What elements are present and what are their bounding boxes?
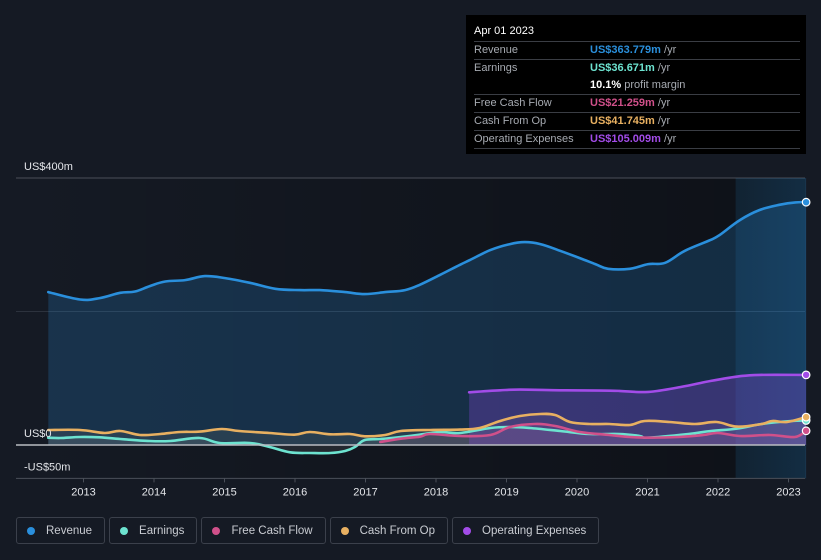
x-tick-label: 2014 bbox=[142, 486, 166, 498]
x-tick-label: 2021 bbox=[635, 486, 659, 498]
tooltip-unit: /yr bbox=[657, 97, 671, 109]
tooltip-label: Earnings bbox=[474, 62, 518, 74]
legend-label: Free Cash Flow bbox=[231, 524, 313, 537]
tooltip-unit: /yr bbox=[664, 133, 677, 145]
x-tick-label: 2016 bbox=[283, 486, 307, 498]
operating-expenses-dot-icon bbox=[463, 526, 472, 535]
tooltip-unit: /yr bbox=[657, 115, 671, 127]
legend-item-operating-expenses[interactable]: Operating Expenses bbox=[452, 517, 600, 544]
tooltip-value: US$21.259m bbox=[590, 97, 655, 109]
tooltip-row-operating-expenses: Operating Expenses US$105.009m /yr bbox=[474, 130, 800, 149]
tooltip-label: Free Cash Flow bbox=[474, 97, 552, 109]
tooltip-label: Operating Expenses bbox=[474, 133, 574, 145]
free-cash-flow-end-marker bbox=[801, 426, 811, 436]
tooltip-value: US$36.671m bbox=[590, 62, 655, 74]
x-tick-label: 2019 bbox=[494, 486, 518, 498]
legend-label: Revenue bbox=[46, 524, 93, 537]
tooltip-row-cash-from-op: Cash From Op US$41.745m /yr bbox=[474, 112, 800, 130]
tooltip-value: US$363.779m bbox=[590, 44, 661, 56]
data-tooltip: Apr 01 2023 Revenue US$363.779m /yr Earn… bbox=[466, 15, 806, 154]
legend-item-cash-from-op[interactable]: Cash From Op bbox=[329, 517, 449, 544]
tooltip-value: US$41.745m bbox=[590, 115, 655, 127]
x-tick-label: 2018 bbox=[424, 486, 448, 498]
tooltip-unit: /yr bbox=[657, 62, 671, 74]
revenue-dot-icon bbox=[27, 526, 35, 535]
y-tick-label: US$0 bbox=[24, 428, 52, 440]
tooltip-row-revenue: Revenue US$363.779m /yr bbox=[474, 41, 800, 59]
tooltip-label: Cash From Op bbox=[474, 115, 547, 127]
legend-label: Earnings bbox=[139, 524, 185, 537]
tooltip-unit: /yr bbox=[664, 44, 677, 56]
legend-label: Cash From Op bbox=[359, 524, 436, 537]
earnings-dot-icon bbox=[120, 526, 129, 535]
tooltip-label: Revenue bbox=[474, 44, 519, 56]
revenue-end-marker bbox=[801, 197, 811, 207]
x-tick-label: 2013 bbox=[71, 486, 95, 498]
cash-from-op-end-marker bbox=[801, 412, 811, 422]
tooltip-value: US$105.009m bbox=[590, 133, 661, 145]
tooltip-row-earnings: Earnings US$36.671m /yr bbox=[474, 59, 800, 77]
y-tick-label: US$400m bbox=[24, 161, 73, 173]
legend-label: Operating Expenses bbox=[482, 524, 587, 537]
legend-item-revenue[interactable]: Revenue bbox=[16, 517, 106, 544]
tooltip-row-profit-margin: 10.1% profit margin bbox=[474, 77, 800, 94]
x-tick-label: 2020 bbox=[565, 486, 589, 498]
x-tick-label: 2022 bbox=[706, 486, 730, 498]
x-tick-label: 2023 bbox=[776, 486, 800, 498]
tooltip-value: 10.1% bbox=[590, 79, 622, 91]
operating-expenses-end-marker bbox=[801, 370, 811, 380]
x-tick-label: 2015 bbox=[212, 486, 236, 498]
tooltip-label bbox=[474, 77, 590, 94]
cash-from-op-dot-icon bbox=[340, 526, 349, 535]
free-cash-flow-dot-icon bbox=[212, 526, 221, 535]
x-tick-label: 2017 bbox=[353, 486, 377, 498]
legend-item-earnings[interactable]: Earnings bbox=[109, 517, 198, 544]
legend-item-free-cash-flow[interactable]: Free Cash Flow bbox=[201, 517, 326, 544]
chart-legend: Revenue Earnings Free Cash Flow Cash Fro… bbox=[16, 517, 600, 544]
tooltip-row-free-cash-flow: Free Cash Flow US$21.259m /yr bbox=[474, 94, 800, 112]
tooltip-unit: profit margin bbox=[624, 79, 686, 91]
y-tick-label: -US$50m bbox=[24, 461, 70, 473]
tooltip-date: Apr 01 2023 bbox=[474, 25, 534, 37]
